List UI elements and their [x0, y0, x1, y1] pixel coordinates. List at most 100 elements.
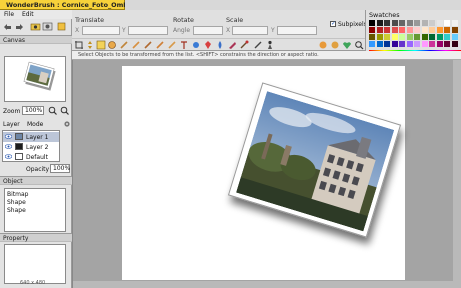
object-item[interactable]: Bitmap — [7, 191, 28, 198]
swatch[interactable] — [421, 27, 428, 33]
eraser-icon[interactable] — [131, 40, 141, 50]
visibility-eye-icon[interactable] — [5, 144, 12, 149]
object-list[interactable]: Bitmap Shape Shape — [4, 188, 66, 232]
swatch[interactable] — [436, 20, 443, 26]
clone-icon[interactable] — [143, 40, 153, 50]
text-icon[interactable] — [179, 40, 189, 50]
brush-icon[interactable] — [107, 40, 117, 50]
rotated-photo-object[interactable] — [227, 82, 404, 245]
zoom-in-icon[interactable] — [48, 106, 57, 115]
swatch[interactable] — [369, 34, 375, 40]
swatch[interactable] — [444, 34, 450, 40]
swatch[interactable] — [391, 34, 398, 40]
redo-icon[interactable] — [14, 21, 25, 32]
swatch[interactable] — [384, 20, 390, 26]
select-icon[interactable] — [253, 40, 263, 50]
crop-icon[interactable] — [74, 40, 84, 50]
swatch[interactable] — [406, 41, 413, 47]
move-icon[interactable] — [85, 40, 95, 50]
swatch[interactable] — [406, 34, 413, 40]
swatch[interactable] — [399, 41, 405, 47]
swatch[interactable] — [451, 34, 458, 40]
swatch[interactable] — [384, 41, 390, 47]
visibility-eye-icon[interactable] — [5, 134, 12, 139]
visibility-eye-icon[interactable] — [5, 154, 12, 159]
favorite-icon[interactable] — [342, 40, 352, 50]
layer-row[interactable]: Default — [3, 152, 59, 162]
vertical-scrollbar[interactable] — [453, 60, 461, 288]
zoom-field[interactable]: 100% — [22, 106, 44, 115]
fill-icon[interactable] — [167, 40, 177, 50]
edit-gradient-icon[interactable] — [318, 40, 328, 50]
swatch[interactable] — [429, 20, 435, 26]
property-panel[interactable] — [4, 244, 66, 284]
swatch[interactable] — [406, 27, 413, 33]
swatch[interactable] — [369, 20, 375, 26]
zoom-tool-icon[interactable] — [354, 40, 364, 50]
swatch[interactable] — [451, 20, 458, 26]
swatch[interactable] — [399, 20, 405, 26]
swatch[interactable] — [384, 27, 390, 33]
menu-file[interactable]: File — [4, 11, 14, 18]
transform-icon[interactable] — [96, 40, 106, 50]
swatch[interactable] — [399, 34, 405, 40]
horizontal-scrollbar[interactable] — [73, 281, 461, 288]
translate-y-field[interactable] — [128, 26, 168, 35]
bucket-icon[interactable] — [203, 40, 213, 50]
swatch[interactable] — [376, 34, 383, 40]
layer-list[interactable]: Layer 1 Layer 2 Default — [2, 130, 60, 162]
swatch[interactable] — [444, 41, 450, 47]
swatch[interactable] — [391, 27, 398, 33]
layer-row[interactable]: Layer 2 — [3, 142, 59, 152]
swatch[interactable] — [399, 27, 405, 33]
swatch[interactable] — [436, 34, 443, 40]
swatch-grid[interactable] — [369, 20, 461, 48]
swatch[interactable] — [429, 27, 435, 33]
swatch[interactable] — [421, 34, 428, 40]
swatch[interactable] — [421, 41, 428, 47]
swatch[interactable] — [429, 41, 435, 47]
swatch[interactable] — [451, 41, 458, 47]
swatch[interactable] — [376, 20, 383, 26]
swatch[interactable] — [429, 34, 435, 40]
translate-x-field[interactable] — [82, 26, 120, 35]
pen-icon[interactable] — [119, 40, 129, 50]
swatch[interactable] — [369, 41, 375, 47]
swatch[interactable] — [451, 27, 458, 33]
save-icon[interactable] — [42, 21, 53, 32]
swatch[interactable] — [369, 27, 375, 33]
object-item[interactable]: Shape — [7, 207, 26, 214]
scale-y-field[interactable] — [277, 26, 317, 35]
opacity-field[interactable]: 100% — [50, 164, 70, 173]
swatch[interactable] — [376, 27, 383, 33]
window-title-tab[interactable]: WonderBrush : Cornice_Foto_Ombre — [0, 0, 135, 10]
smudge-icon[interactable] — [227, 40, 237, 50]
scale-x-field[interactable] — [232, 26, 268, 35]
layer-settings-icon[interactable] — [63, 120, 71, 128]
swatch[interactable] — [376, 41, 383, 47]
subpixels-checkbox[interactable]: Subpixels — [330, 20, 367, 28]
rotate-angle-field[interactable] — [193, 26, 223, 35]
swatch[interactable] — [384, 34, 390, 40]
document-canvas[interactable] — [122, 66, 405, 280]
swatch[interactable] — [436, 41, 443, 47]
swatch[interactable] — [444, 27, 450, 33]
drop-icon[interactable] — [215, 40, 225, 50]
shape-icon[interactable] — [191, 40, 201, 50]
swatch[interactable] — [391, 41, 398, 47]
layer-row[interactable]: Layer 1 — [3, 132, 59, 142]
zoom-out-icon[interactable] — [60, 106, 69, 115]
export-icon[interactable] — [56, 21, 67, 32]
object-item[interactable]: Shape — [7, 199, 26, 206]
eyedropper-icon[interactable] — [265, 40, 275, 50]
swatch[interactable] — [406, 20, 413, 26]
swatch[interactable] — [391, 20, 398, 26]
menu-edit[interactable]: Edit — [22, 11, 34, 18]
swatch[interactable] — [421, 20, 428, 26]
swatch[interactable] — [414, 20, 420, 26]
swatch[interactable] — [414, 34, 420, 40]
swatch[interactable] — [414, 27, 420, 33]
canvas-area[interactable] — [72, 60, 461, 288]
pick-icon[interactable] — [239, 40, 249, 50]
blur-icon[interactable] — [155, 40, 165, 50]
